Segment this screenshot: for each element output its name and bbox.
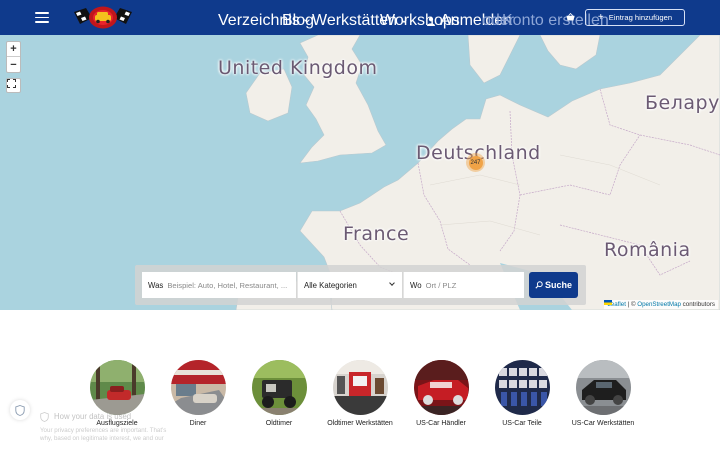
category-image bbox=[332, 360, 388, 415]
where-field[interactable]: Wo bbox=[403, 272, 524, 298]
category-label: US-Car Teile bbox=[502, 420, 542, 427]
menu-icon[interactable] bbox=[35, 12, 49, 23]
search-icon bbox=[535, 281, 543, 289]
nav-blog-label: Blog bbox=[282, 12, 315, 29]
basket-icon bbox=[566, 13, 575, 21]
search-button[interactable]: Suche bbox=[529, 272, 578, 298]
cookie-text-line1: Your privacy preferences are important. … bbox=[40, 427, 167, 434]
map-label-uk: United Kingdom bbox=[218, 57, 378, 79]
what-label: Was bbox=[148, 280, 164, 290]
user-icon bbox=[427, 16, 435, 26]
category-image bbox=[575, 360, 631, 415]
category-us-car-haendler[interactable]: US-Car Händler bbox=[401, 360, 481, 427]
category-oldtimer-werkstaetten[interactable]: Oldtimer Werkstätten bbox=[320, 360, 400, 427]
osm-link[interactable]: OpenStreetMap bbox=[637, 301, 681, 308]
zoom-control: + − bbox=[6, 41, 21, 73]
site-logo[interactable] bbox=[72, 4, 134, 31]
category-image bbox=[89, 360, 145, 415]
category-label: Oldtimer bbox=[265, 420, 293, 427]
nav-blog[interactable]: Blog bbox=[282, 12, 314, 30]
plus-icon: + bbox=[597, 11, 604, 23]
zoom-in-button[interactable]: + bbox=[7, 42, 20, 57]
cluster-count: 247 bbox=[468, 155, 483, 170]
attribution-separator: | © bbox=[625, 301, 638, 308]
cookie-consent-button[interactable] bbox=[10, 400, 30, 420]
what-field[interactable]: Was bbox=[142, 272, 296, 298]
cookie-text-line2: why, based on legitimate interest, we an… bbox=[40, 435, 164, 442]
map-attribution: Leaflet | © OpenStreetMap contributors bbox=[604, 300, 718, 309]
basket-button[interactable] bbox=[566, 13, 575, 21]
where-label: Wo bbox=[410, 280, 422, 290]
category-image bbox=[170, 360, 226, 415]
attribution-tail: contributors bbox=[680, 301, 715, 308]
category-image bbox=[494, 360, 550, 415]
cookie-banner: How your data is used Your privacy prefe… bbox=[40, 412, 190, 443]
category-select-value: Alle Kategorien bbox=[304, 280, 357, 290]
category-label: US-Car Händler bbox=[416, 420, 466, 427]
where-input[interactable] bbox=[425, 280, 516, 290]
category-us-car-teile[interactable]: US-Car Teile bbox=[482, 360, 562, 427]
category-image bbox=[251, 360, 307, 415]
map-label-fr: France bbox=[343, 223, 410, 245]
category-label: Diner bbox=[189, 420, 207, 427]
chevron-down-icon bbox=[389, 280, 395, 286]
fullscreen-icon bbox=[7, 79, 16, 88]
search-bar: Was Alle Kategorien Wo bbox=[135, 265, 586, 305]
zoom-out-button[interactable]: − bbox=[7, 57, 20, 72]
what-input[interactable] bbox=[167, 280, 288, 290]
ukraine-flag-icon bbox=[604, 300, 613, 305]
map-cluster-marker[interactable]: 247 bbox=[466, 153, 485, 172]
category-label: Oldtimer Werkstätten bbox=[327, 420, 393, 427]
shield-icon bbox=[40, 412, 49, 422]
category-us-car-werkstaetten[interactable]: US-Car Werkstätten bbox=[563, 360, 643, 427]
add-entry-label: Eintrag hinzufügen bbox=[608, 13, 673, 22]
fullscreen-button[interactable] bbox=[6, 78, 21, 93]
cookie-title: How your data is used bbox=[54, 412, 132, 421]
category-label: US-Car Werkstätten bbox=[571, 420, 635, 427]
map-label-by: Белару bbox=[645, 92, 720, 114]
category-select[interactable]: Alle Kategorien bbox=[297, 272, 402, 298]
search-button-label: Suche bbox=[544, 280, 572, 290]
category-oldtimer[interactable]: Oldtimer bbox=[239, 360, 319, 427]
add-entry-button[interactable]: + Eintrag hinzufügen bbox=[585, 9, 685, 26]
category-image bbox=[413, 360, 469, 415]
top-navbar: Verzeichnis Blog Werkstätten Workshops A… bbox=[0, 0, 720, 35]
map-label-ro: România bbox=[604, 239, 691, 261]
shield-icon bbox=[15, 404, 25, 416]
